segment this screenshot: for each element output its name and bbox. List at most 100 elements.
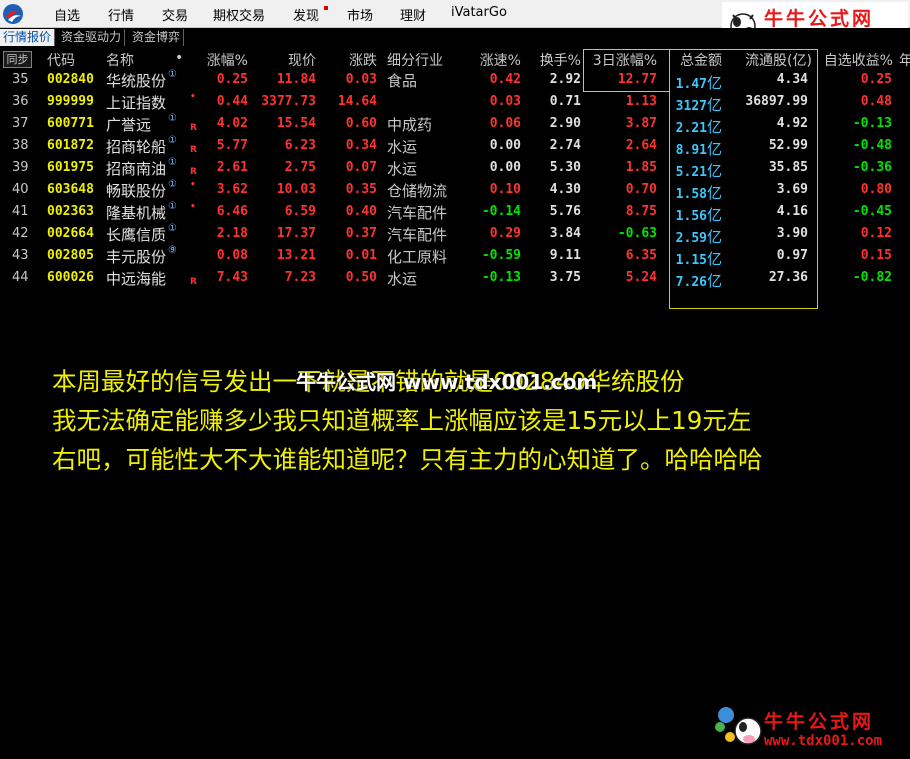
three-day-pct: 6.35 — [625, 248, 657, 263]
stock-code: 600026 — [47, 270, 94, 285]
menu-ivatargo[interactable]: iVatarGo — [451, 5, 507, 20]
stock-code: 999999 — [47, 94, 94, 109]
row-index: 35 — [12, 72, 29, 87]
stock-code: 601872 — [47, 138, 94, 153]
price: 6.23 — [284, 138, 316, 153]
stock-name: 中远海能 — [106, 270, 167, 288]
three-day-pct: 1.13 — [625, 94, 657, 109]
industry: 食品 — [387, 72, 418, 90]
stock-mark-icon: R — [190, 167, 197, 177]
price: 11.84 — [276, 72, 316, 87]
menu-jiaoyi[interactable]: 交易 — [162, 5, 188, 24]
stock-name: 招商轮船 — [106, 138, 167, 156]
change: 0.07 — [345, 160, 377, 175]
stock-flag-icon: ⑨ — [168, 245, 177, 256]
menu-options[interactable]: 期权交易 — [213, 5, 265, 24]
change: 0.50 — [345, 270, 377, 285]
col-year[interactable]: 年 — [899, 50, 910, 70]
turnover: 2.74 — [549, 138, 581, 153]
col-code[interactable]: 代码 — [47, 50, 75, 70]
col-name[interactable]: 名称 — [106, 50, 134, 70]
menu-finance[interactable]: 理财 — [400, 5, 426, 24]
change: 14.64 — [337, 94, 377, 109]
menu-zixuan[interactable]: 自选 — [54, 5, 80, 24]
col-mark[interactable]: • — [175, 50, 183, 66]
change: 0.37 — [345, 226, 377, 241]
speed: 0.00 — [489, 138, 521, 153]
tab-fund-drive[interactable]: 资金驱动力 — [58, 29, 126, 46]
speed: -0.13 — [481, 270, 521, 285]
menu-hangqing[interactable]: 行情 — [108, 5, 134, 24]
price: 2.75 — [284, 160, 316, 175]
pct-change: 0.08 — [216, 248, 248, 263]
stock-flag-icon: ① — [168, 201, 177, 212]
return-pct: 0.15 — [860, 248, 892, 263]
stock-flag-icon: ① — [168, 135, 177, 146]
speed: 0.29 — [489, 226, 521, 241]
col-change[interactable]: 涨跌 — [349, 50, 377, 70]
pct-change: 0.44 — [216, 94, 248, 109]
return-pct: -0.82 — [852, 270, 892, 285]
stock-mark-icon: R — [190, 145, 197, 155]
speed: -0.59 — [481, 248, 521, 263]
speed: 0.42 — [489, 72, 521, 87]
speed: 0.10 — [489, 182, 521, 197]
stock-mark-icon: • — [190, 180, 196, 190]
highlight-box-3day — [583, 49, 670, 92]
col-pct[interactable]: 涨幅% — [207, 50, 248, 70]
turnover: 9.11 — [549, 248, 581, 263]
stock-name: 广誉远 — [106, 116, 152, 134]
change: 0.03 — [345, 72, 377, 87]
price: 7.23 — [284, 270, 316, 285]
industry: 水运 — [387, 160, 418, 178]
stock-code: 600771 — [47, 116, 94, 131]
col-industry[interactable]: 细分行业 — [387, 50, 443, 70]
pct-change: 3.62 — [216, 182, 248, 197]
stock-name: 长鹰信质 — [106, 226, 167, 244]
stock-flag-icon: ① — [168, 69, 177, 80]
price: 6.59 — [284, 204, 316, 219]
change: 0.34 — [345, 138, 377, 153]
tab-quotes[interactable]: 行情报价 — [0, 29, 56, 46]
return-pct: 0.80 — [860, 182, 892, 197]
price: 15.54 — [276, 116, 316, 131]
industry: 化工原料 — [387, 248, 448, 266]
change: 0.40 — [345, 204, 377, 219]
industry: 中成药 — [387, 116, 433, 134]
tab-fund-game[interactable]: 资金博弈 — [129, 29, 185, 46]
col-turnover[interactable]: 换手% — [540, 50, 581, 70]
price: 13.21 — [276, 248, 316, 263]
stock-code: 002664 — [47, 226, 94, 241]
stock-name: 华统股份 — [106, 72, 167, 90]
col-return[interactable]: 自选收益% — [824, 50, 893, 70]
col-price[interactable]: 现价 — [288, 50, 316, 70]
industry: 水运 — [387, 270, 418, 288]
industry: 水运 — [387, 138, 418, 156]
stock-code: 002805 — [47, 248, 94, 263]
row-index: 43 — [12, 248, 29, 263]
return-pct: -0.48 — [852, 138, 892, 153]
col-speed[interactable]: 涨速% — [480, 50, 521, 70]
watermark-bottom-title: 牛牛公式网 — [764, 711, 875, 733]
pct-change: 5.77 — [216, 138, 248, 153]
turnover: 2.90 — [549, 116, 581, 131]
pct-change: 0.25 — [216, 72, 248, 87]
watermark-bottom-url: www.tdx001.com — [764, 733, 883, 749]
change: 0.60 — [345, 116, 377, 131]
return-pct: -0.36 — [852, 160, 892, 175]
turnover: 0.71 — [549, 94, 581, 109]
row-index: 42 — [12, 226, 29, 241]
turnover: 5.76 — [549, 204, 581, 219]
menu-discover[interactable]: 发现 — [293, 5, 319, 24]
sync-button[interactable]: 同步 — [3, 51, 32, 68]
watermark-overlay: 牛牛公式网 www.tdx001.com — [296, 370, 598, 394]
stock-code: 002840 — [47, 72, 94, 87]
return-pct: 0.12 — [860, 226, 892, 241]
stock-name: 招商南油 — [106, 160, 167, 178]
stock-name: 畅联股份 — [106, 182, 167, 200]
highlight-box-amount — [669, 49, 818, 309]
menu-market[interactable]: 市场 — [347, 5, 373, 24]
pct-change: 7.43 — [216, 270, 248, 285]
stock-mark-icon: • — [190, 202, 196, 212]
industry: 汽车配件 — [387, 204, 448, 222]
